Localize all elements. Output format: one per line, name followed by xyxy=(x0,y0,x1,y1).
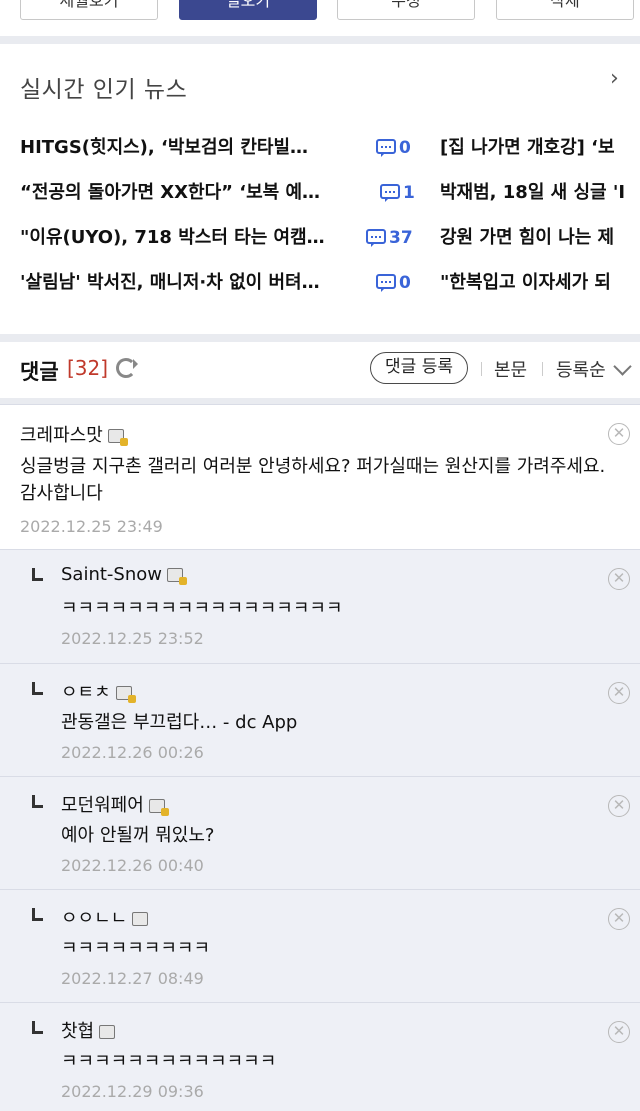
close-circle-icon[interactable]: ✕ xyxy=(608,1021,630,1043)
edit-button[interactable]: 수정 xyxy=(337,0,475,20)
reply-item: 모던워페어 예아 안될꺼 뭐있노? 2022.12.26 00:40 ✕ xyxy=(0,776,640,889)
close-circle-icon[interactable]: ✕ xyxy=(608,795,630,817)
gallery-user-icon xyxy=(99,1025,116,1039)
divider xyxy=(481,362,482,376)
comment-date: 2022.12.26 00:40 xyxy=(61,856,204,875)
comment-date: 2022.12.25 23:52 xyxy=(61,629,204,648)
reply-item: ㅇㅇㄴㄴ ㅋㅋㅋㅋㅋㅋㅋㅋㅋ 2022.12.27 08:49 ✕ xyxy=(0,889,640,1002)
comment-text: ㅋㅋㅋㅋㅋㅋㅋㅋㅋㅋㅋㅋㅋㅋㅋㅋㅋ xyxy=(61,598,343,619)
news-comment-count: 1 xyxy=(380,179,415,207)
divider xyxy=(542,362,543,376)
comment-date: 2022.12.26 00:26 xyxy=(61,743,204,762)
reply-arrow-icon xyxy=(32,568,43,581)
reply-item: 찻협 ㅋㅋㅋㅋㅋㅋㅋㅋㅋㅋㅋㅋㅋ 2022.12.29 09:36 ✕ xyxy=(0,1002,640,1111)
chevron-right-icon[interactable]: › xyxy=(610,66,619,91)
comments-count: [32] xyxy=(67,356,109,380)
chevron-down-icon[interactable] xyxy=(613,357,632,376)
comment-author[interactable]: ㅇㅇㄴㄴ xyxy=(61,904,149,930)
read-button[interactable]: 일오기 xyxy=(179,0,317,20)
news-item[interactable]: “전공의 돌아가면 XX한다” ‘보복 예… 1 xyxy=(20,179,420,224)
gallery-user-icon xyxy=(148,799,169,816)
reply-item: ㅇㅌㅊ 관동갤은 부끄럽다… - dc App 2022.12.26 00:26… xyxy=(0,663,640,776)
comment-date: 2022.12.27 08:49 xyxy=(61,969,204,988)
comment-author[interactable]: 찻협 xyxy=(61,1017,116,1043)
comment-text: ㅋㅋㅋㅋㅋㅋㅋㅋㅋ xyxy=(61,938,211,959)
gallery-user-icon xyxy=(132,912,149,926)
comment-date: 2022.12.29 09:36 xyxy=(61,1082,204,1101)
post-action-bar: 세월호기 일오기 수정 삭제 xyxy=(0,0,640,36)
recommend-button[interactable]: 세월호기 xyxy=(20,0,158,20)
sort-select[interactable]: 등록순 xyxy=(556,356,606,382)
news-list-left: HITGS(힛지스), ‘박보검의 칸타빌… 0 “전공의 돌아가면 XX한다”… xyxy=(20,134,420,314)
comments-header: 댓글 [32] 댓글 등록 본문 등록순 xyxy=(0,344,640,392)
body-link[interactable]: 본문 xyxy=(494,356,527,382)
news-comment-count: 0 xyxy=(376,269,411,297)
comments-title: 댓글 xyxy=(20,360,59,384)
close-circle-icon[interactable]: ✕ xyxy=(608,682,630,704)
delete-button[interactable]: 삭제 xyxy=(496,0,634,20)
close-circle-icon[interactable]: ✕ xyxy=(608,423,630,445)
news-title[interactable]: 강원 가면 힘이 나는 제 xyxy=(440,224,640,252)
news-list-right: [집 나가면 개호강] ‘보 박재범, 18일 새 싱글 'I 강원 가면 힘이… xyxy=(440,134,640,314)
comment-text: 싱글벙글 지구촌 갤러리 여러분 안녕하세요? 퍼가실때는 원산지를 가려주세요… xyxy=(20,456,606,504)
comment-text: 관동갤은 부끄럽다… - dc App xyxy=(61,712,298,733)
speech-bubble-icon xyxy=(366,229,386,247)
section-divider xyxy=(0,334,640,342)
news-section-title: 실시간 인기 뉴스 xyxy=(20,77,188,103)
comment-author[interactable]: ㅇㅌㅊ xyxy=(61,678,136,704)
reply-arrow-icon xyxy=(32,908,43,921)
reply-arrow-icon xyxy=(32,1021,43,1034)
comment-date: 2022.12.25 23:49 xyxy=(20,517,163,536)
section-divider xyxy=(0,36,640,44)
reply-item: Saint-Snow ㅋㅋㅋㅋㅋㅋㅋㅋㅋㅋㅋㅋㅋㅋㅋㅋㅋ 2022.12.25 … xyxy=(0,549,640,663)
news-title[interactable]: “전공의 돌아가면 XX한다” ‘보복 예… xyxy=(20,179,350,207)
comment-author[interactable]: 크레파스맛 xyxy=(20,421,128,447)
comment-text: 예아 안될꺼 뭐있노? xyxy=(61,825,215,846)
gallery-user-icon xyxy=(107,429,128,446)
news-item[interactable]: [집 나가면 개호강] ‘보 xyxy=(440,134,640,179)
news-title[interactable]: [집 나가면 개호강] ‘보 xyxy=(440,134,640,162)
speech-bubble-icon xyxy=(380,184,400,202)
close-circle-icon[interactable]: ✕ xyxy=(608,908,630,930)
news-title[interactable]: HITGS(힛지스), ‘박보검의 칸타빌… xyxy=(20,134,350,162)
reply-arrow-icon xyxy=(32,795,43,808)
speech-bubble-icon xyxy=(376,274,396,292)
news-item[interactable]: '살림남' 박서진, 매니저·차 없이 버텨… 0 xyxy=(20,269,420,314)
gallery-user-icon xyxy=(167,568,187,585)
news-title[interactable]: "한복입고 이자세가 되 xyxy=(440,269,640,297)
news-title[interactable]: "이유(UYO), 718 박스터 타는 여캠… xyxy=(20,224,350,252)
reply-arrow-icon xyxy=(32,682,43,695)
news-item[interactable]: HITGS(힛지스), ‘박보검의 칸타빌… 0 xyxy=(20,134,420,179)
news-comment-count: 37 xyxy=(366,224,413,252)
speech-bubble-icon xyxy=(376,139,396,157)
news-title[interactable]: '살림남' 박서진, 매니저·차 없이 버텨… xyxy=(20,269,350,297)
comment-item: 크레파스맛 싱글벙글 지구촌 갤러리 여러분 안녕하세요? 퍼가실때는 원산지를… xyxy=(0,404,640,549)
comment-author[interactable]: Saint-Snow xyxy=(61,564,187,585)
news-item[interactable]: 강원 가면 힘이 나는 제 xyxy=(440,224,640,269)
comment-text: ㅋㅋㅋㅋㅋㅋㅋㅋㅋㅋㅋㅋㅋ xyxy=(61,1051,277,1072)
close-circle-icon[interactable]: ✕ xyxy=(608,568,630,590)
news-item[interactable]: "한복입고 이자세가 되 xyxy=(440,269,640,314)
gallery-user-icon xyxy=(115,686,136,703)
refresh-icon[interactable] xyxy=(116,358,138,378)
news-item[interactable]: "이유(UYO), 718 박스터 타는 여캠… 37 xyxy=(20,224,420,269)
news-comment-count: 0 xyxy=(376,134,411,162)
comment-author[interactable]: 모던워페어 xyxy=(61,791,169,817)
news-item[interactable]: 박재범, 18일 새 싱글 'I xyxy=(440,179,640,224)
comment-register-button[interactable]: 댓글 등록 xyxy=(370,352,468,384)
news-title[interactable]: 박재범, 18일 새 싱글 'I xyxy=(440,179,640,207)
